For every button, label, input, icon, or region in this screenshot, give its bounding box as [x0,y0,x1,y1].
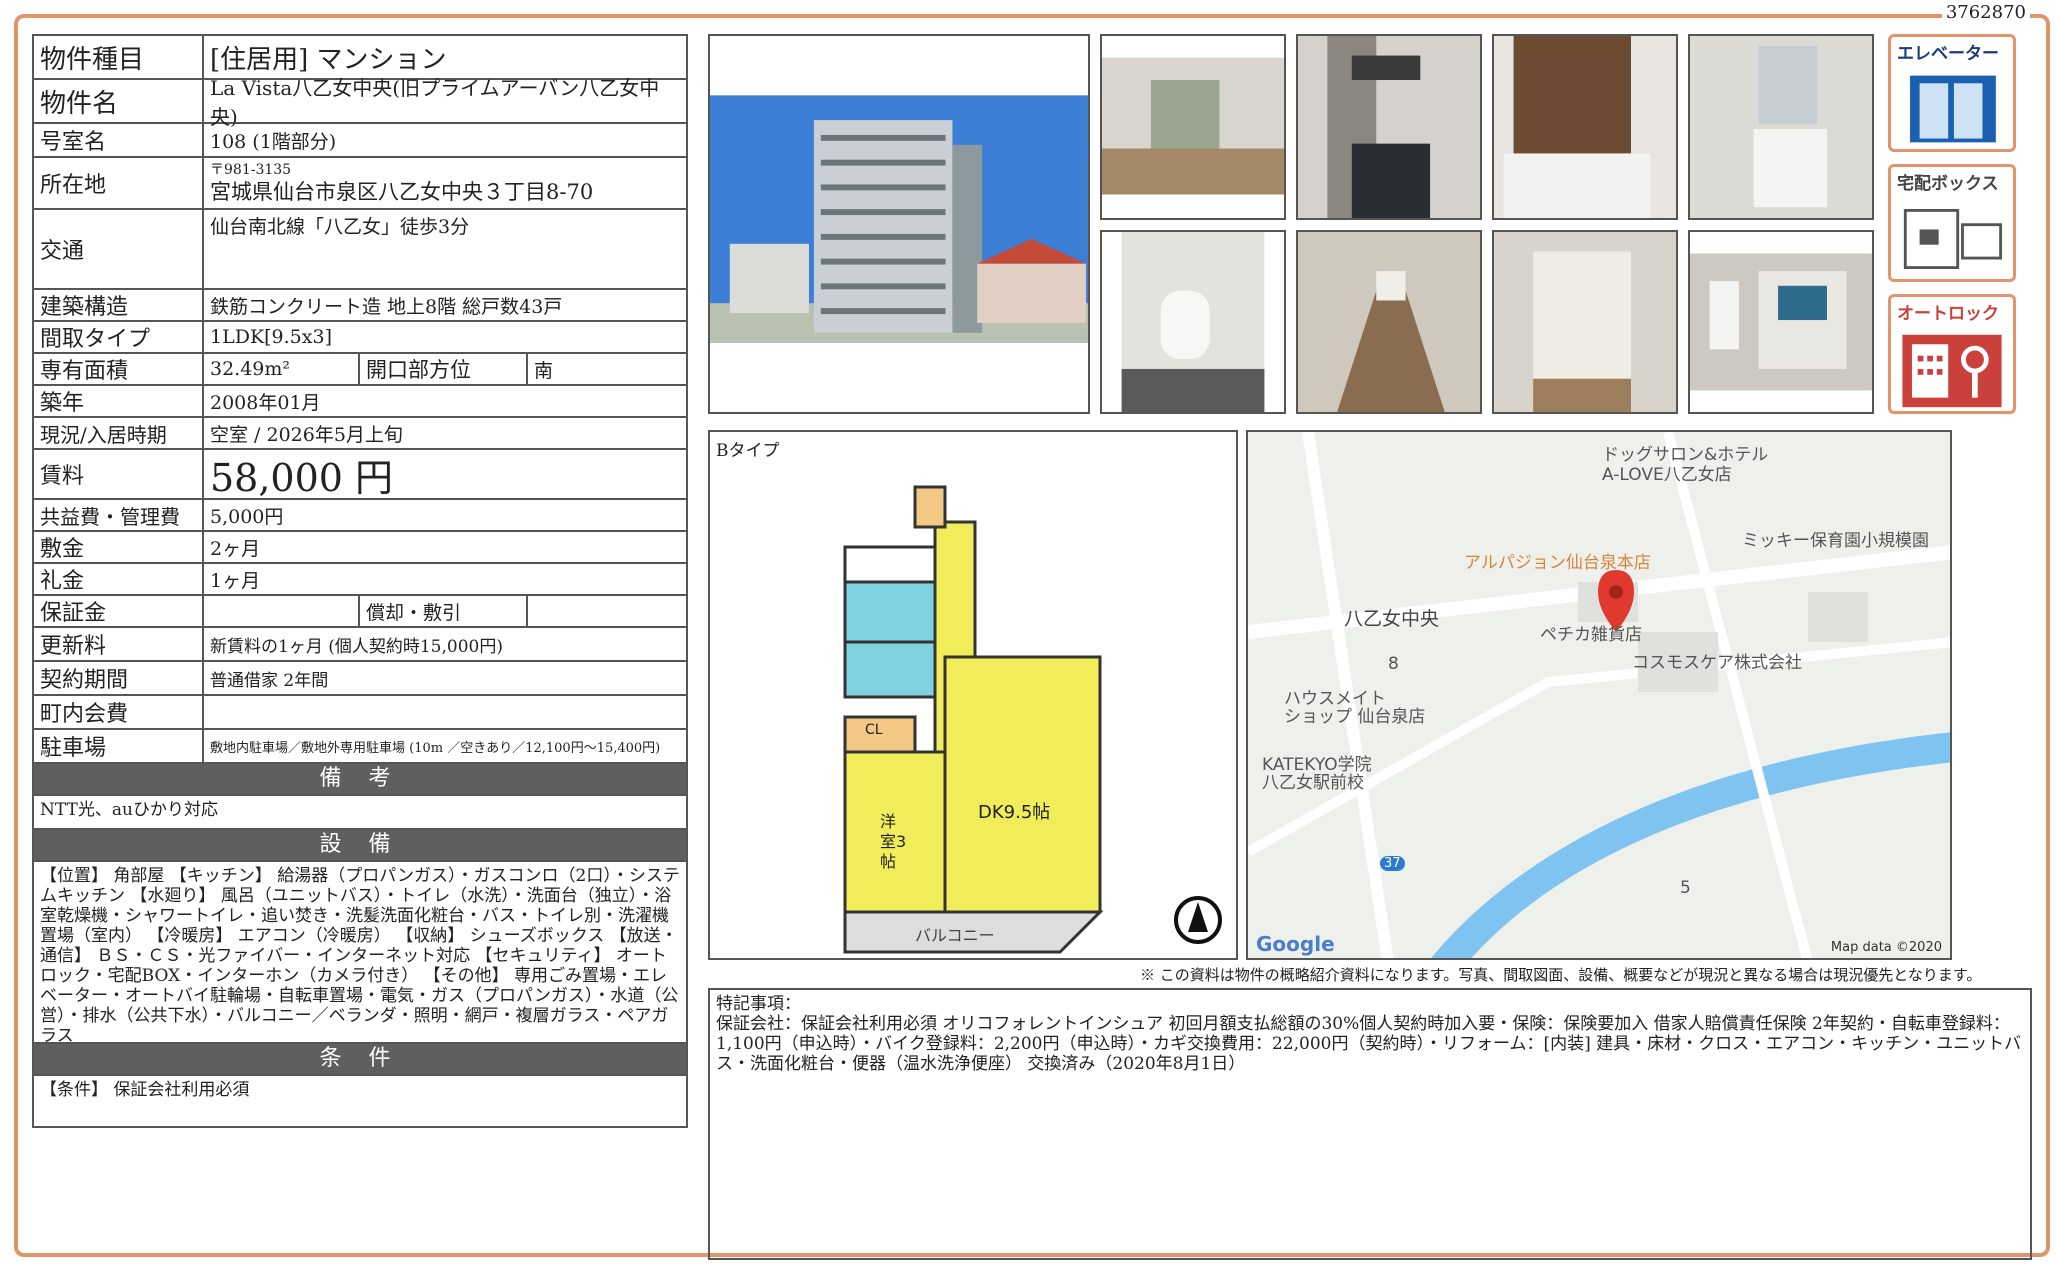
status-value: 空室 / 2026年5月上旬 [210,423,403,446]
association-value [204,696,686,728]
map-credit: Map data ©2020 [1830,940,1942,955]
key-money-value: 1ヶ月 [210,569,261,592]
map-label-shop: ショップ 仙台泉店 [1284,707,1426,727]
toilet-photo [1100,230,1286,414]
parking-value: 敷地内駐車場／敷地外専用駐車場 (10m ／空きあり／12,100円〜15,40… [210,740,661,756]
special-notes: 特記事項： 保証会社：保証会社利用必須 オリコフォレントインシュア 初回月額支払… [708,988,2032,1260]
map-label-cosmos: コスモスケア株式会社 [1632,653,1802,673]
deposit-label: 敷金 [34,532,204,562]
postal-code: 〒981-3135 [210,162,292,178]
remarks-text: NTT光、auひかり対応 [34,796,686,830]
transport-label: 交通 [34,210,204,288]
remarks-header: 備 考 [34,764,686,796]
address-label: 所在地 [34,158,204,208]
document-id: 3762870 [1941,2,2030,23]
parking-label: 駐車場 [34,730,204,762]
kitchen-photo [1296,34,1482,220]
delivery-box-icon: 宅配ボックス [1888,164,2016,282]
fee-label: 共益費・管理費 [34,500,204,530]
amortization-value [528,596,686,626]
map-label-a-love: A-LOVE八乙女店 [1602,465,1732,485]
balcony-label: バルコニー [915,926,995,945]
deposit-value: 2ヶ月 [210,537,261,560]
conditions-header: 条 件 [34,1044,686,1076]
built-label: 築年 [34,386,204,416]
rent-label: 賃料 [34,450,204,498]
status-label: 現況/入居時期 [34,418,204,448]
renewal-label: 更新料 [34,628,204,660]
direction-label: 開口部方位 [360,354,528,384]
elevator-icon: エレベーター [1888,34,2016,152]
hallway-photo [1296,230,1482,414]
name-value: La Vista八乙女中央(旧プライムアーバン八乙女中央) [210,76,660,129]
map-label-arpajon: アルパジョン仙台泉本店 [1464,553,1651,573]
key-money-label: 礼金 [34,564,204,594]
conditions-text: 【条件】 保証会社利用必須 [40,1080,250,1100]
map-label-5: 5 [1680,878,1691,898]
autolock-label: オートロック [1897,304,1999,324]
address-value: 宮城県仙台市泉区八乙女中央３丁目8-70 [210,180,594,204]
guarantee-label: 保証金 [34,596,204,626]
direction-value: 南 [534,359,554,382]
contract-label: 契約期間 [34,662,204,694]
google-logo: Google [1256,932,1335,956]
room-label: 号室名 [34,124,204,156]
map-label-8: 8 [1388,654,1399,674]
amortization-label: 償却・敷引 [360,596,528,626]
structure-label: 建築構造 [34,290,204,320]
dk-room-label: DK9.5帖 [978,802,1051,823]
contract-value: 普通借家 2年間 [210,670,329,691]
map-route-37: 37 [1380,856,1405,871]
rent-value: 58,000 円 [210,455,394,500]
closet-label: CL [865,722,883,738]
transport-value: 仙台南北線「八乙女」徒歩3分 [210,216,470,238]
delivery-label: 宅配ボックス [1897,174,1999,194]
room-value: 108 (1階部分) [210,130,337,153]
autolock-icon: オートロック [1888,294,2016,414]
western-room-label: 洋室3帖 [880,812,907,871]
room-photo [1100,34,1286,220]
property-table: 物件種目 [住居用] マンション 物件名 La Vista八乙女中央(旧プライム… [32,34,688,1128]
area-value: 32.49m² [204,354,360,384]
equipment-text: 【位置】 角部屋 【キッチン】 給湯器（プロパンガス）・ガスコンロ（2口）・シス… [34,862,686,1044]
washroom-photo [1688,34,1874,220]
elevator-label: エレベーター [1897,44,1999,64]
type-label: 物件種目 [34,36,204,78]
area-label: 専有面積 [34,354,204,384]
renewal-value: 新賃料の1ヶ月 (個人契約時15,000円) [210,636,503,657]
association-label: 町内会費 [34,696,204,728]
guarantee-value [204,596,360,626]
disclaimer: ※ この資料は物件の概略紹介資料になります。写真、間取図面、設備、概要などが現況… [1140,966,1982,984]
layout-label: 間取タイプ [34,322,204,352]
map-label-pechika: ペチカ雑貨店 [1540,625,1642,645]
map-label-yaotome: 八乙女中央 [1344,608,1440,630]
floor-plan: Bタイプ DK9.5帖 洋室3帖 バルコニー CL [708,430,1238,960]
closet-photo [1492,230,1678,414]
equipment-header: 設 備 [34,830,686,862]
map-label-ekimae: 八乙女駅前校 [1262,773,1364,793]
built-value: 2008年01月 [210,391,321,414]
fee-value: 5,000円 [210,505,284,528]
building-photo [708,34,1090,414]
map-label-mickey: ミッキー保育園小規模園 [1742,531,1929,551]
bathroom-photo [1492,34,1678,220]
intercom-photo [1688,230,1874,414]
location-map[interactable]: ドッグサロン&ホテル A-LOVE八乙女店 ミッキー保育園小規模園 アルパジョン… [1246,430,1952,960]
structure-value: 鉄筋コンクリート造 地上8階 総戸数43戸 [210,295,563,318]
name-label: 物件名 [34,80,204,122]
layout-value: 1LDK[9.5x3] [210,326,332,348]
